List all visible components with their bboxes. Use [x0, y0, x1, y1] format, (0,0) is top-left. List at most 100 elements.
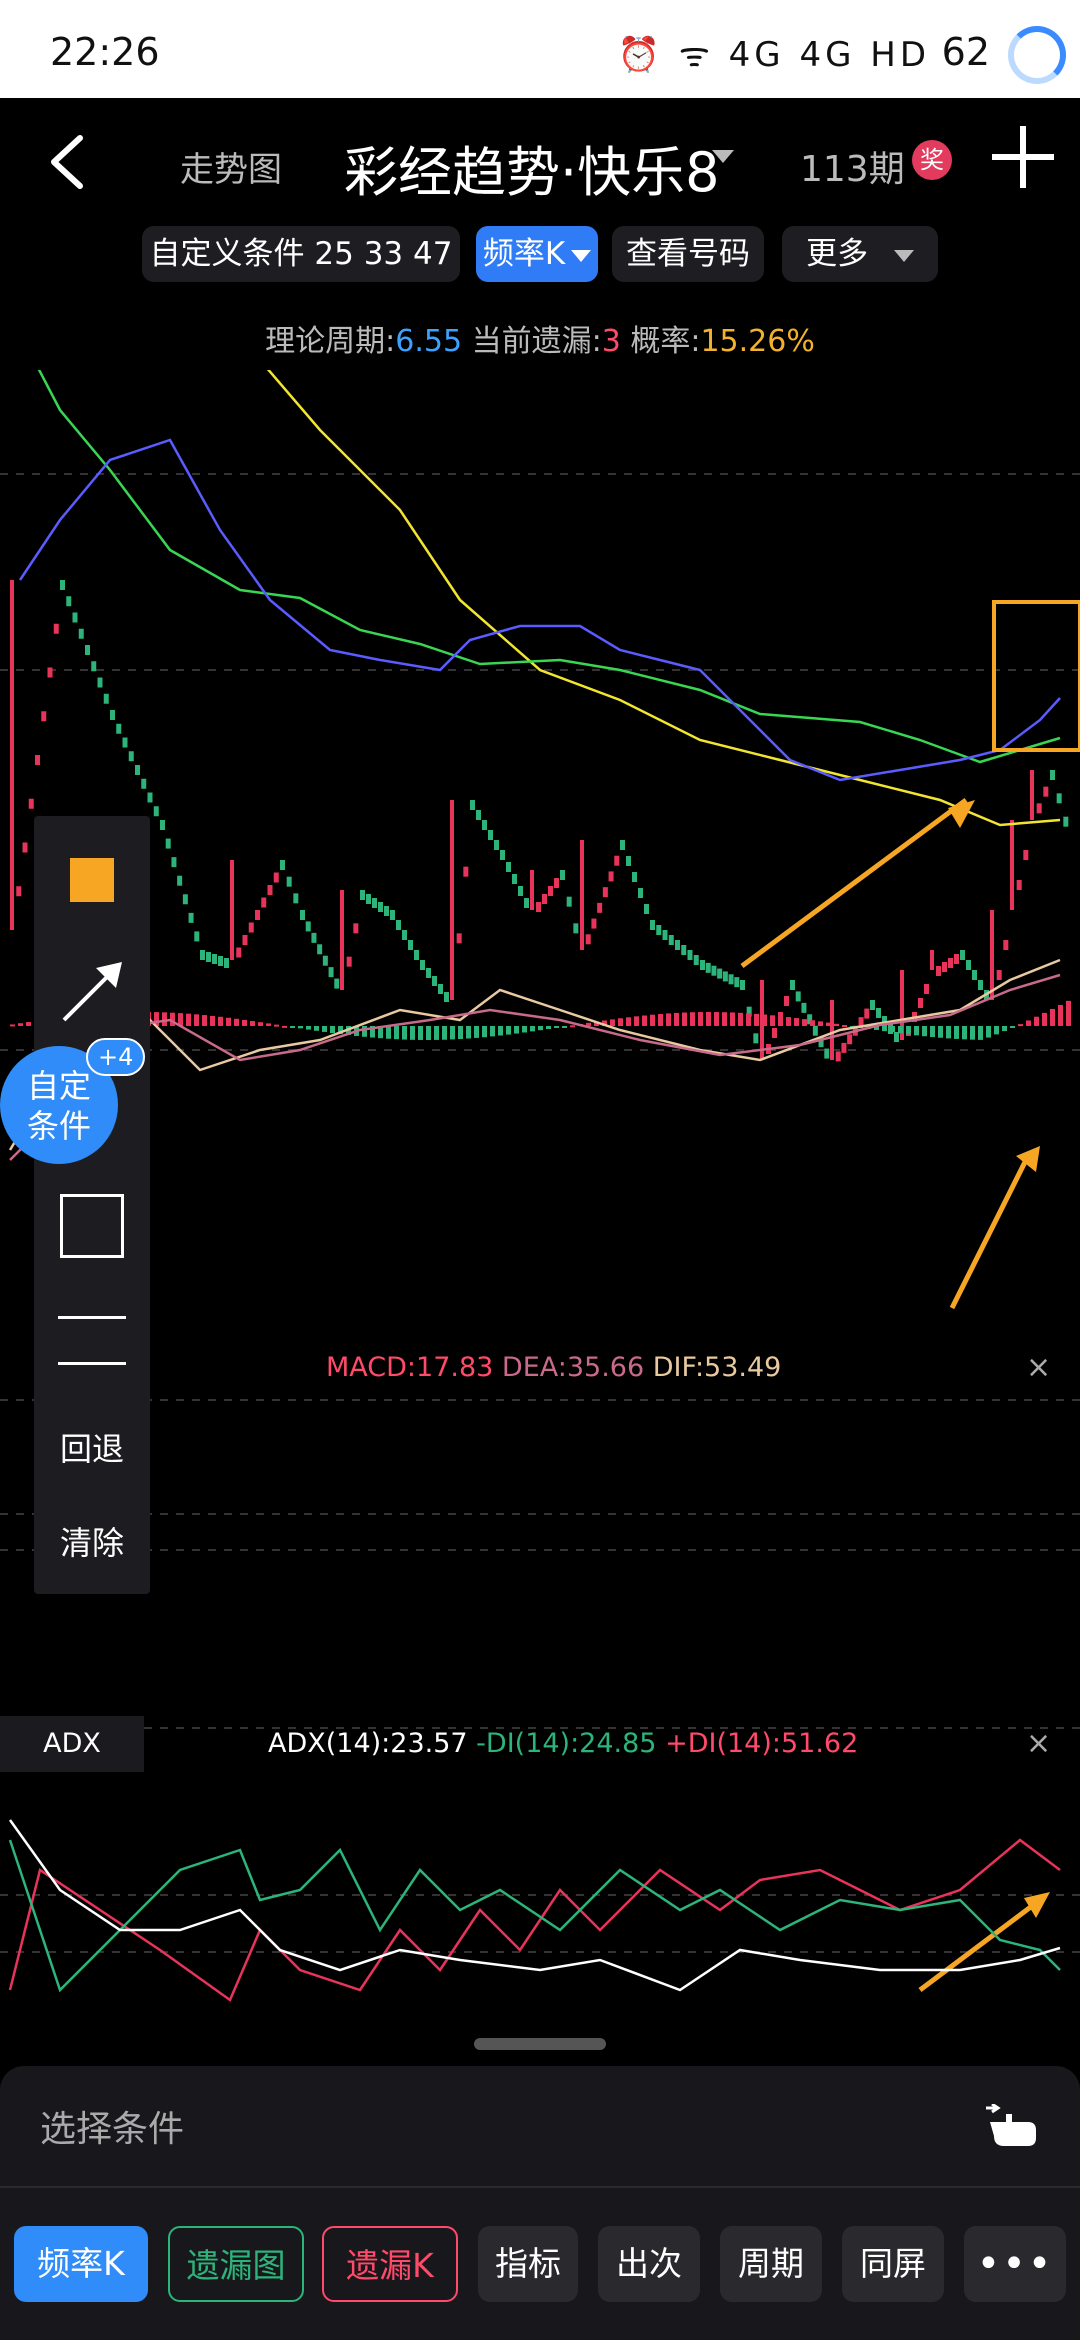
close-macd-icon[interactable]: ×: [1026, 1350, 1051, 1385]
trend-chart-tab[interactable]: 走势图: [180, 142, 282, 191]
macd-bar-up: [626, 1017, 631, 1026]
macd-bar-up: [730, 1012, 735, 1026]
candle-down: [402, 930, 407, 940]
adx-line: [8, 1819, 1061, 1992]
candle-down: [650, 920, 655, 930]
candle-down: [182, 894, 188, 905]
macd-bar-up: [1018, 1024, 1023, 1027]
missing-chart-button[interactable]: 遗漏图: [168, 2226, 304, 2302]
missing-k-button[interactable]: 遗漏K: [322, 2226, 458, 2302]
macd-bar-down: [442, 1026, 447, 1040]
parallel-line-icon[interactable]: [58, 1362, 126, 1365]
candle-down: [206, 952, 211, 962]
close-adx-icon[interactable]: ×: [1026, 1726, 1051, 1761]
candle-down: [188, 912, 194, 923]
candle-up: [346, 956, 352, 967]
macd-bar-up: [770, 1015, 775, 1026]
clear-button[interactable]: 清除: [34, 1518, 150, 1564]
macd-bar-down: [986, 1026, 991, 1038]
rectangle-tool-icon[interactable]: [60, 1194, 124, 1258]
candle-down: [85, 645, 90, 655]
macd-bar-down: [978, 1026, 983, 1040]
frequency-k-chip[interactable]: 频率K: [476, 226, 598, 282]
candle-up: [28, 798, 34, 809]
candle-up: [255, 910, 260, 920]
freq-k-button[interactable]: 频率K: [14, 2226, 148, 2302]
occurrences-button[interactable]: 出次: [598, 2226, 700, 2302]
candle-down: [512, 874, 517, 884]
custom-condition-chip[interactable]: 自定义条件 25 33 47: [142, 226, 460, 282]
candle-up: [554, 878, 559, 888]
candle-down: [626, 856, 631, 866]
panel-divider: [0, 2186, 1080, 2188]
arrow-annotation: [949, 1150, 1033, 1310]
candle-down: [693, 955, 699, 965]
more-dropdown[interactable]: 更多: [782, 226, 938, 282]
candle-up: [830, 1000, 834, 1060]
fab-count-badge: +4: [86, 1038, 146, 1076]
macd-bar-down: [298, 1026, 303, 1029]
candle-down: [753, 1033, 759, 1044]
dif-value: DIF:53.49: [652, 1352, 782, 1383]
add-icon[interactable]: [992, 126, 1054, 188]
macd-bar-up: [202, 1015, 207, 1026]
award-badge[interactable]: 奖: [912, 140, 952, 180]
fill-color-icon[interactable]: [70, 858, 114, 902]
macd-bar-down: [474, 1026, 479, 1038]
candle-down: [717, 968, 723, 979]
page-title[interactable]: 彩经趋势·快乐8: [344, 128, 720, 207]
macd-bar-down: [970, 1026, 975, 1040]
macd-value: MACD:17.83: [326, 1352, 494, 1383]
macd-bar-up: [778, 1016, 783, 1026]
candle-down: [482, 820, 487, 830]
candle-up: [463, 866, 469, 877]
candle-up: [591, 918, 597, 929]
select-condition-label[interactable]: 选择条件: [40, 2100, 184, 2152]
hand-pointer-icon[interactable]: [984, 2104, 1040, 2148]
line-tool-icon[interactable]: [58, 1316, 126, 1319]
macd-bar-up: [754, 1013, 759, 1026]
macd-bar-down: [906, 1026, 911, 1035]
candle-up: [536, 902, 541, 912]
view-numbers-button[interactable]: 查看号码: [612, 226, 764, 282]
minus-di-line: [8, 1839, 1061, 1993]
macd-bar-down: [546, 1026, 551, 1030]
arrow-head: [1024, 1892, 1050, 1918]
arrow-tool-icon[interactable]: [58, 956, 128, 1026]
title-dropdown-icon[interactable]: [712, 150, 734, 163]
trend-charts[interactable]: [0, 370, 1080, 2070]
more-options-button[interactable]: •••: [964, 2226, 1066, 2302]
adx-tag[interactable]: ADX: [0, 1716, 144, 1772]
adx-value: ADX(14):23.57: [268, 1728, 468, 1759]
candle-down: [194, 931, 200, 942]
arrow-annotation: [740, 797, 968, 969]
undo-button[interactable]: 回退: [34, 1424, 150, 1470]
status-icons: ⏰ ᯤ 4G 4G HD: [617, 35, 930, 75]
back-arrow-icon[interactable]: [44, 132, 94, 192]
drag-handle[interactable]: [474, 2038, 606, 2050]
macd-bar-up: [1058, 1004, 1063, 1026]
period-selector[interactable]: 113期: [800, 140, 905, 192]
macd-bar-up: [186, 1013, 191, 1026]
macd-bar-down: [418, 1026, 423, 1040]
candle-down: [328, 967, 334, 978]
macd-bar-up: [818, 1021, 823, 1026]
candle-down: [322, 955, 328, 966]
candle-up: [996, 970, 1002, 980]
candle-up: [784, 996, 789, 1006]
same-screen-button[interactable]: 同屏: [842, 2226, 944, 2302]
candle-up: [1016, 880, 1022, 890]
candle-down: [1050, 770, 1055, 780]
missing-label: 当前遗漏:: [462, 324, 602, 359]
cycle-button[interactable]: 周期: [720, 2226, 822, 2302]
candle-down: [171, 857, 177, 868]
indicator-button[interactable]: 指标: [478, 2226, 578, 2302]
candle-down: [396, 920, 401, 930]
candle-down: [824, 1048, 830, 1059]
candle-down: [372, 898, 377, 908]
macd-bar-down: [946, 1026, 951, 1039]
candle-up: [602, 887, 608, 898]
candle-down: [1056, 793, 1062, 804]
macd-bar-down: [466, 1026, 471, 1039]
candle-down: [1063, 816, 1069, 827]
